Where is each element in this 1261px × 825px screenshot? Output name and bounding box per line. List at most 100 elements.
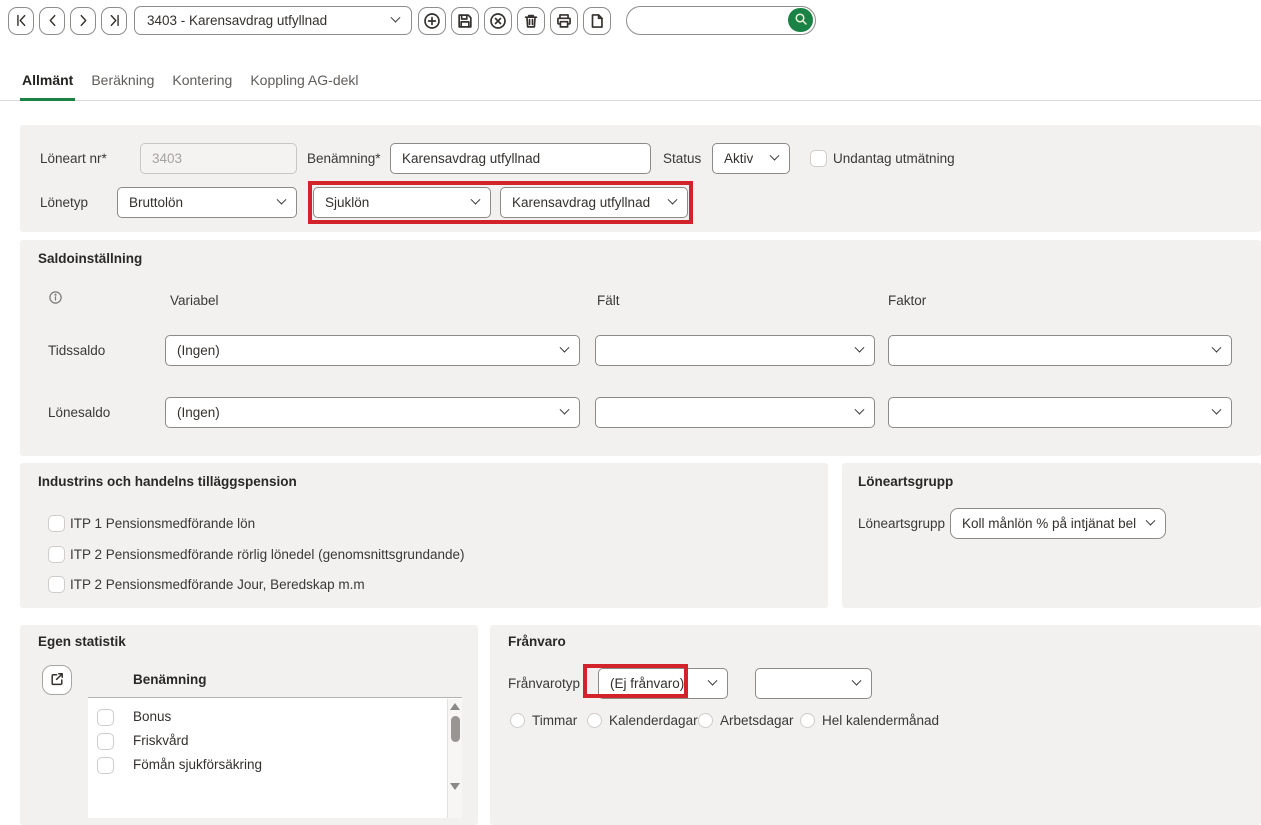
info-icon[interactable] bbox=[48, 290, 63, 308]
list-item-label: Friskvård bbox=[133, 733, 189, 748]
chevron-down-icon bbox=[1146, 516, 1156, 526]
record-selector-value: 3403 - Karensavdrag utfyllnad bbox=[147, 13, 327, 28]
timmar-label: Timmar bbox=[532, 705, 577, 736]
chevron-down-icon bbox=[1212, 405, 1222, 415]
itp1-label: ITP 1 Pensionsmedförande lön bbox=[70, 508, 255, 539]
chevron-down-icon bbox=[560, 405, 570, 415]
status-label: Status bbox=[663, 143, 701, 174]
foman-sjukforsakring-checkbox[interactable] bbox=[97, 757, 114, 774]
franvaro-panel: Frånvaro Frånvarotyp (Ej frånvaro) Timma… bbox=[490, 625, 1261, 825]
lonetyp-sub1-select[interactable]: Sjuklön bbox=[313, 187, 491, 218]
benamning-field[interactable] bbox=[390, 143, 651, 174]
list-item: Friskvård bbox=[88, 730, 462, 754]
next-record-button[interactable] bbox=[70, 7, 96, 35]
kalenderdagar-label: Kalenderdagar bbox=[609, 705, 698, 736]
plus-circle-icon bbox=[423, 12, 441, 30]
lonetyp-sub2-select[interactable]: Karensavdrag utfyllnad bbox=[500, 187, 688, 218]
list-item: Fömån sjukförsäkring bbox=[88, 754, 462, 778]
list-item-label: Fömån sjukförsäkring bbox=[133, 757, 262, 772]
tab-kontering[interactable]: Kontering bbox=[170, 62, 234, 101]
kalenderdagar-radio[interactable] bbox=[587, 713, 602, 728]
itp2-rorlig-label: ITP 2 Pensionsmedförande rörlig lönedel … bbox=[70, 539, 465, 570]
search-button[interactable] bbox=[788, 8, 813, 32]
loneart-nr-field bbox=[140, 143, 297, 174]
tidssaldo-faktor-select[interactable] bbox=[888, 335, 1232, 366]
chevron-down-icon bbox=[708, 676, 718, 686]
itp-panel: Industrins och handelns tilläggspension … bbox=[20, 463, 828, 608]
scroll-up-icon[interactable] bbox=[450, 703, 460, 710]
cancel-button[interactable] bbox=[484, 7, 512, 35]
previous-record-button[interactable] bbox=[39, 7, 65, 35]
tidssaldo-variabel-select[interactable]: (Ingen) bbox=[165, 335, 580, 366]
franvaro-secondary-select[interactable] bbox=[755, 668, 872, 699]
list-scrollbar[interactable] bbox=[447, 699, 462, 818]
lonesaldo-faktor-select[interactable] bbox=[888, 397, 1232, 428]
itp2-rorlig-checkbox[interactable] bbox=[48, 546, 65, 563]
chevron-down-icon bbox=[560, 343, 570, 353]
chevron-down-icon bbox=[277, 195, 287, 205]
tidssaldo-row-label: Tidssaldo bbox=[48, 335, 105, 366]
last-record-icon bbox=[107, 13, 122, 28]
falt-column-header: Fält bbox=[597, 285, 620, 316]
undantag-utmatning-checkbox[interactable] bbox=[810, 150, 827, 167]
itp-title: Industrins och handelns tilläggspension bbox=[38, 474, 297, 489]
arbetsdagar-radio[interactable] bbox=[698, 713, 713, 728]
open-statistics-button[interactable] bbox=[42, 665, 72, 695]
faktor-column-header: Faktor bbox=[888, 285, 926, 316]
copy-button[interactable] bbox=[583, 7, 611, 35]
variabel-column-header: Variabel bbox=[170, 285, 219, 316]
delete-button[interactable] bbox=[517, 7, 545, 35]
loneartsgrupp-panel: Löneartsgrupp Löneartsgrupp Koll månlön … bbox=[842, 463, 1261, 608]
scrollbar-thumb[interactable] bbox=[451, 716, 460, 742]
lonesaldo-variabel-select[interactable]: (Ingen) bbox=[165, 397, 580, 428]
print-button[interactable] bbox=[550, 7, 578, 35]
bonus-checkbox[interactable] bbox=[97, 709, 114, 726]
tab-berakning[interactable]: Beräkning bbox=[89, 62, 156, 101]
lonetyp-label: Lönetyp bbox=[40, 187, 88, 218]
first-record-button[interactable] bbox=[8, 7, 34, 35]
chevron-down-icon bbox=[770, 151, 780, 161]
chevron-down-icon bbox=[471, 195, 481, 205]
tab-allmant[interactable]: Allmänt bbox=[20, 62, 75, 101]
lonetyp-select[interactable]: Bruttolön bbox=[117, 187, 297, 218]
toolbar: 3403 - Karensavdrag utfyllnad bbox=[8, 6, 816, 35]
tab-koppling-ag-dekl[interactable]: Koppling AG-dekl bbox=[248, 62, 360, 101]
loneart-nr-label: Löneart nr* bbox=[40, 143, 107, 174]
status-select[interactable]: Aktiv bbox=[712, 143, 790, 174]
lonesaldo-falt-select[interactable] bbox=[595, 397, 875, 428]
chevron-down-icon bbox=[1212, 343, 1222, 353]
general-panel: Löneart nr* Benämning* Status Aktiv Unda… bbox=[20, 125, 1261, 232]
tab-bar: Allmänt Beräkning Kontering Koppling AG-… bbox=[0, 62, 1261, 101]
chevron-down-icon bbox=[852, 676, 862, 686]
friskvard-checkbox[interactable] bbox=[97, 733, 114, 750]
chevron-down-icon bbox=[855, 405, 865, 415]
hel-kalendermanad-radio[interactable] bbox=[800, 713, 815, 728]
chevron-down-icon bbox=[391, 13, 401, 23]
record-selector[interactable]: 3403 - Karensavdrag utfyllnad bbox=[134, 6, 412, 35]
hel-kalendermanad-label: Hel kalendermånad bbox=[822, 705, 939, 736]
itp1-checkbox[interactable] bbox=[48, 515, 65, 532]
external-link-icon bbox=[49, 671, 65, 690]
last-record-button[interactable] bbox=[101, 7, 127, 35]
save-icon bbox=[456, 12, 474, 30]
tidssaldo-falt-select[interactable] bbox=[595, 335, 875, 366]
itp2-jour-label: ITP 2 Pensionsmedförande Jour, Beredskap… bbox=[70, 569, 365, 600]
list-item-label: Bonus bbox=[133, 709, 171, 724]
benamning-column-header: Benämning bbox=[133, 672, 207, 687]
printer-icon bbox=[555, 12, 573, 30]
arbetsdagar-label: Arbetsdagar bbox=[720, 705, 794, 736]
loneartsgrupp-select[interactable]: Koll månlön % på intjänat bel bbox=[950, 508, 1166, 539]
search-input[interactable] bbox=[639, 8, 779, 32]
egen-statistik-title: Egen statistik bbox=[38, 634, 126, 649]
itp2-jour-checkbox[interactable] bbox=[48, 576, 65, 593]
search-bar bbox=[626, 6, 816, 35]
first-record-icon bbox=[14, 13, 29, 28]
chevron-right-icon bbox=[76, 13, 91, 28]
scroll-down-icon[interactable] bbox=[450, 783, 460, 790]
add-button[interactable] bbox=[418, 7, 446, 35]
timmar-radio[interactable] bbox=[510, 713, 525, 728]
save-button[interactable] bbox=[451, 7, 479, 35]
statistics-list: Bonus Friskvård Fömån sjukförsäkring bbox=[88, 698, 462, 818]
search-icon bbox=[793, 11, 809, 30]
egen-statistik-panel: Egen statistik Benämning Bonus Friskvård… bbox=[20, 625, 478, 825]
